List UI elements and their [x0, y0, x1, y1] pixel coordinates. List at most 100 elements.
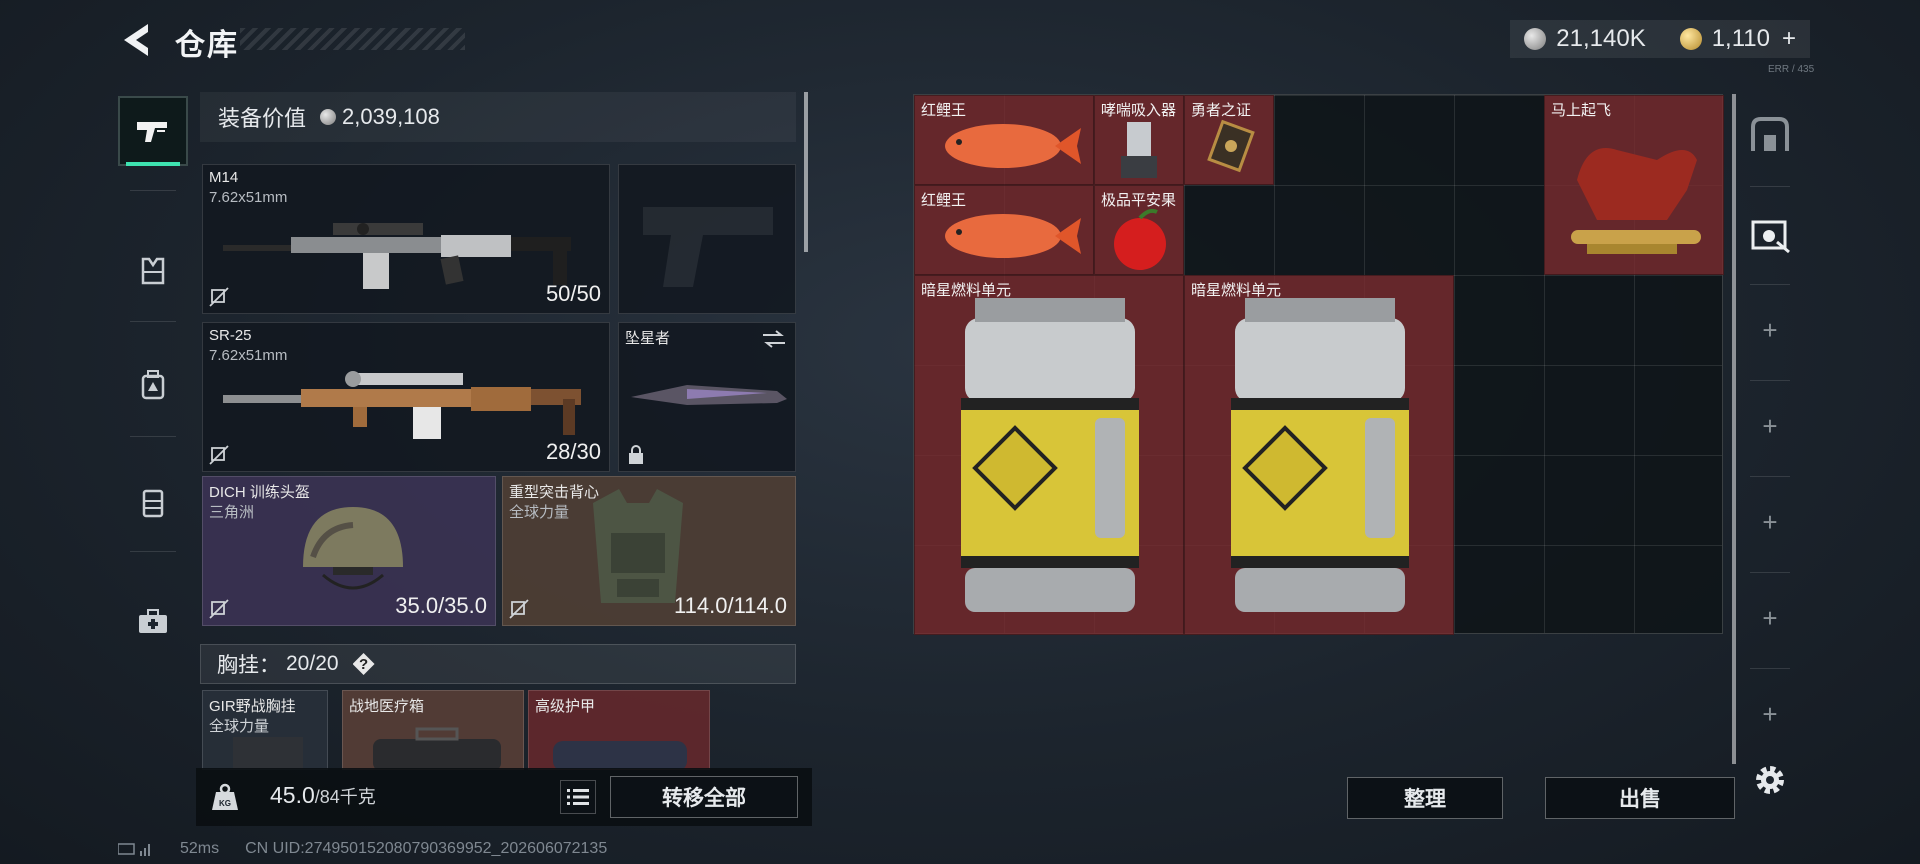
swap-icon[interactable] — [761, 329, 787, 349]
rig-help-button[interactable]: ? — [352, 653, 375, 675]
apple-image — [1114, 208, 1166, 270]
uid: CN UID:274950152080790369952_20260607213… — [245, 840, 608, 857]
medkit-bag-image — [373, 727, 501, 769]
weapon-name: SR-25 — [209, 327, 252, 344]
weapon-ammo: 28/30 — [545, 439, 601, 464]
nav-add-1[interactable]: + — [1740, 290, 1800, 370]
nav-safe-box[interactable] — [1740, 94, 1800, 174]
item-name: 暗星燃料单元 — [921, 282, 1012, 299]
medkit-icon — [139, 609, 167, 633]
silver-coin-icon — [320, 109, 337, 125]
inhaler-image — [1121, 122, 1157, 178]
no-insure-icon — [509, 599, 529, 619]
no-insure-icon — [209, 287, 229, 307]
melee-blade-image — [631, 385, 787, 405]
item-name: 勇者之证 — [1191, 102, 1252, 119]
equipment-value-label: 装备价值 — [218, 106, 307, 131]
safe-box-icon — [1751, 117, 1789, 151]
nav-medkit[interactable] — [118, 586, 188, 656]
add-currency-button[interactable]: + — [1782, 25, 1796, 53]
nav-add-2[interactable]: + — [1740, 386, 1800, 466]
item-name: 哮喘吸入器 — [1101, 102, 1177, 119]
status-line: 52ms CN UID:274950152080790369952_202606… — [118, 840, 607, 858]
sell-button[interactable]: 出售 — [1545, 777, 1735, 819]
stash-item[interactable]: 马上起飞 — [1544, 95, 1724, 275]
settings-gear-icon[interactable] — [1752, 762, 1788, 798]
list-view-button[interactable] — [560, 780, 596, 814]
secondary-weapon-slot[interactable]: SR-25 7.62x51mm 28/30 — [202, 322, 610, 472]
nav-armor[interactable] — [118, 236, 188, 306]
nav-backpack[interactable] — [118, 350, 188, 420]
armor-sub: 全球力量 — [509, 504, 570, 521]
rig-vest-image — [233, 737, 303, 769]
transfer-all-button[interactable]: 转移全部 — [610, 776, 798, 818]
brave-badge-image — [1207, 119, 1255, 173]
silver-coin-icon — [1524, 28, 1547, 50]
rig-capacity-bar: 胸挂： 20/20 ? — [200, 644, 796, 684]
corner-info: ERR / 435 — [1768, 64, 1815, 75]
armor-bag-image — [553, 741, 687, 769]
weapon-ammo: 50/50 — [545, 281, 601, 306]
stash-item[interactable]: 暗星燃料单元 — [1184, 275, 1454, 635]
back-button[interactable] — [118, 20, 154, 60]
weapon-icon — [137, 122, 167, 142]
currency-bar: 21,140K 1,110 + — [1510, 20, 1810, 58]
weight-icon-label: KG — [219, 799, 231, 808]
equipment-scrollbar[interactable] — [804, 92, 808, 252]
stash-item[interactable]: 红鲤王 — [914, 185, 1094, 275]
silver-balance: 21,140K — [1556, 25, 1646, 52]
title-decoration — [240, 28, 465, 50]
sort-button[interactable]: 整理 — [1347, 777, 1503, 819]
stash-scrollbar[interactable] — [1732, 94, 1736, 764]
gold-balance: 1,110 — [1711, 25, 1770, 52]
stash-item[interactable]: 暗星燃料单元 — [914, 275, 1184, 635]
no-insure-icon — [209, 599, 229, 619]
pistol-slot-empty[interactable] — [618, 164, 796, 314]
carry-weight: 45.0/84千克 — [270, 782, 376, 809]
ping: 52ms — [180, 840, 220, 857]
nav-ticket[interactable] — [1740, 194, 1800, 274]
backpack-icon — [141, 370, 165, 400]
stash-item[interactable]: 红鲤王 — [914, 95, 1094, 185]
rig-icon — [142, 489, 164, 518]
melee-slot[interactable]: 坠星者 — [618, 322, 796, 472]
armor-item-slot[interactable]: 高级护甲 — [528, 690, 710, 770]
nav-add-4[interactable]: + — [1740, 578, 1800, 658]
melee-name: 坠星者 — [625, 330, 671, 347]
item-name: 战地医疗箱 — [349, 698, 425, 715]
page-title: 仓库 — [175, 29, 239, 62]
item-name: 高级护甲 — [535, 698, 596, 715]
red-carp-image — [945, 214, 1081, 258]
primary-weapon-slot[interactable]: M14 7.62x51mm 50/50 — [202, 164, 610, 314]
current-weight: 45.0 — [270, 782, 315, 808]
medkit-item-slot[interactable]: 战地医疗箱 — [342, 690, 524, 770]
nav-rig[interactable] — [118, 468, 188, 538]
stash-item[interactable]: 极品平安果 — [1094, 185, 1184, 275]
lock-icon — [629, 445, 643, 464]
item-name: 马上起飞 — [1551, 102, 1612, 119]
equipment-value-bar: 装备价值 2,039,108 — [200, 92, 796, 142]
no-insure-icon — [209, 445, 229, 465]
rig-capacity: 20/20 — [286, 652, 339, 675]
nav-add-5[interactable]: + — [1740, 674, 1800, 754]
stash-item[interactable]: 哮喘吸入器 — [1094, 95, 1184, 185]
armor-slot[interactable]: 重型突击背心 全球力量 114.0/114.0 — [502, 476, 796, 626]
red-carp-image — [945, 124, 1081, 168]
stash-item[interactable]: 勇者之证 — [1184, 95, 1274, 185]
item-name: 暗星燃料单元 — [1191, 282, 1282, 299]
gold-coin-icon — [1679, 28, 1702, 50]
armor-durability: 114.0/114.0 — [674, 593, 787, 618]
fuel-cell-image — [1231, 298, 1409, 612]
weapon-name: M14 — [209, 169, 239, 186]
pistol-placeholder-icon — [643, 207, 773, 287]
helmet-slot[interactable]: DICH 训练头盔 三角洲 35.0/35.0 — [202, 476, 496, 626]
nav-add-3[interactable]: + — [1740, 482, 1800, 562]
left-nav — [118, 86, 188, 776]
stash-grid[interactable]: 红鲤王 哮喘吸入器 勇者之证 马上起飞 红鲤王 极品平安果 暗星燃料单元 暗星燃… — [913, 94, 1724, 635]
m14-rifle-image — [223, 223, 571, 289]
helmet-image — [303, 507, 403, 590]
horse-sculpture-image — [1571, 148, 1701, 254]
max-weight: /84千克 — [314, 787, 376, 807]
rig-item-slot[interactable]: GIR野战胸挂 全球力量 — [202, 690, 328, 770]
nav-weapons[interactable] — [118, 96, 188, 166]
